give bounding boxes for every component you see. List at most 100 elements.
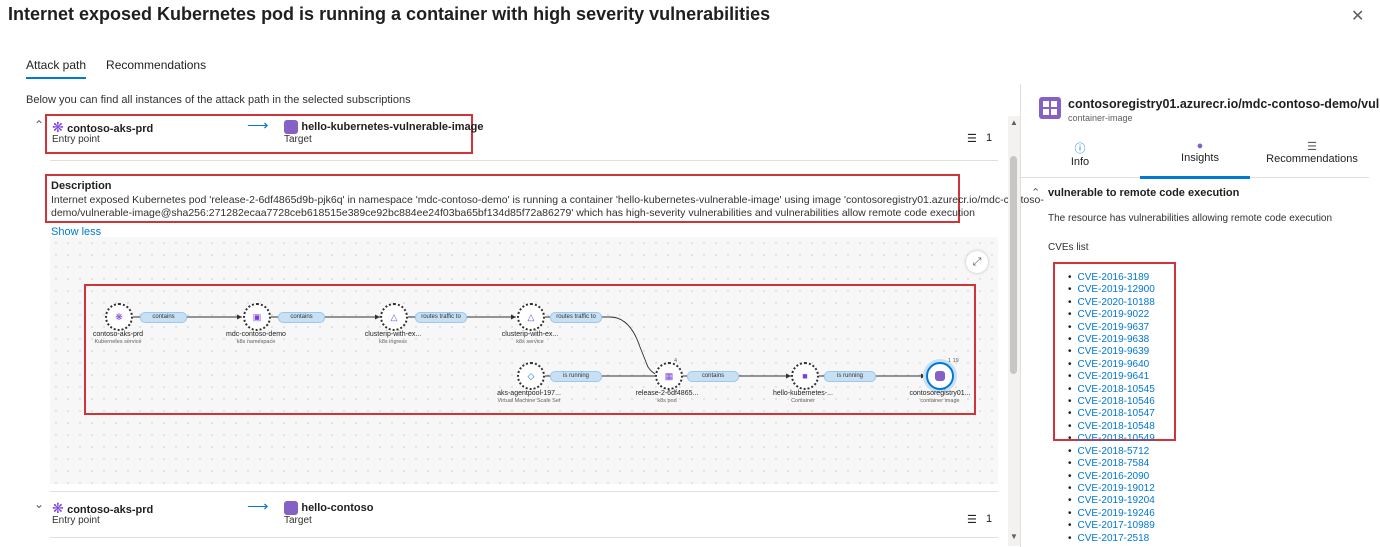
scrollbar-thumb[interactable]	[1010, 156, 1017, 374]
panel-title: contosoregistry01.azurecr.io/mdc-contoso…	[1068, 97, 1380, 111]
cve-link[interactable]: CVE-2017-2518	[1068, 533, 1155, 545]
service-node[interactable]: △	[517, 303, 545, 331]
cve-link[interactable]: CVE-2018-10545	[1068, 384, 1155, 396]
cve-link[interactable]: CVE-2016-3189	[1068, 272, 1155, 284]
node-label: clusterip-with-ex...	[364, 331, 422, 338]
tab-recommendations-panel[interactable]: ☰ Recommendations	[1262, 140, 1362, 165]
insights-icon: ●	[1196, 140, 1204, 152]
edge-label: routes traffic to	[415, 312, 467, 323]
node-type: Kubernetes service	[94, 339, 142, 345]
instance-count: 1	[986, 132, 993, 144]
kubernetes-icon: ❋	[52, 500, 64, 516]
list-icon: ☰	[967, 133, 977, 145]
cve-link[interactable]: CVE-2017-10989	[1068, 520, 1155, 532]
cve-link[interactable]: CVE-2019-19204	[1068, 495, 1155, 507]
target-label: Target	[284, 515, 312, 526]
node-type: container image	[920, 398, 960, 404]
page-title: Internet exposed Kubernetes pod is runni…	[8, 4, 771, 24]
scrollbar[interactable]: ▲ ▼	[1008, 116, 1020, 546]
graph-edges	[131, 314, 926, 379]
edge-label: routes traffic to	[550, 312, 602, 323]
cve-link[interactable]: CVE-2018-10547	[1068, 408, 1155, 420]
container-icon: ■	[802, 371, 808, 381]
cve-link[interactable]: CVE-2018-5712	[1068, 446, 1155, 458]
container-image-node[interactable]	[926, 362, 954, 390]
pod-node[interactable]: ▦	[655, 362, 683, 390]
pod-icon: ▦	[664, 370, 674, 381]
tab-label: Insights	[1181, 152, 1219, 164]
cve-list-label: CVEs list	[1048, 242, 1089, 253]
container-image-icon	[284, 119, 298, 134]
target-label: Target	[284, 134, 312, 145]
list-icon: ☰	[967, 514, 977, 526]
container-image-icon	[284, 500, 298, 515]
namespace-node[interactable]: ▣	[243, 303, 271, 331]
tab-label: Recommendations	[1266, 153, 1358, 165]
tab-attack-path[interactable]: Attack path	[26, 58, 87, 79]
cve-link[interactable]: CVE-2018-10548	[1068, 421, 1155, 433]
description-line-1: Internet exposed Kubernetes pod 'release…	[51, 194, 1044, 206]
cve-link[interactable]: CVE-2019-9639	[1068, 346, 1155, 358]
path-target-2[interactable]: hello-contoso	[284, 500, 373, 515]
network-icon: △	[390, 311, 398, 322]
info-icon: ⓘ	[1074, 143, 1086, 155]
arrow-right-icon: ⟶	[247, 498, 269, 515]
node-type: Container	[791, 398, 815, 404]
entry-label: Entry point	[52, 515, 100, 526]
ingress-node[interactable]: △	[380, 303, 408, 331]
node-type: k8s ingress	[379, 339, 407, 345]
container-node[interactable]: ■	[791, 362, 819, 390]
more-options-button[interactable]: ···	[741, 6, 755, 22]
entry-label: Entry point	[52, 134, 100, 145]
node-badge: 1 19	[948, 358, 959, 364]
node-type: k8s service	[516, 339, 544, 345]
tab-insights[interactable]: ● Insights	[1160, 140, 1240, 164]
vmss-node[interactable]: ◇	[517, 362, 545, 390]
edge-label: is running	[824, 371, 876, 382]
cve-link[interactable]: CVE-2019-9637	[1068, 322, 1155, 334]
cve-link[interactable]: CVE-2018-10546	[1068, 396, 1155, 408]
cve-link[interactable]: CVE-2019-19246	[1068, 508, 1155, 520]
tab-info[interactable]: ⓘ Info	[1040, 140, 1120, 168]
chevron-up-icon[interactable]: ⌃	[1031, 186, 1040, 199]
checklist-icon: ☰	[1307, 141, 1317, 153]
cve-link[interactable]: CVE-2019-9638	[1068, 334, 1155, 346]
cve-link[interactable]: CVE-2016-2090	[1068, 471, 1155, 483]
kubernetes-service-node[interactable]: ❋	[105, 303, 133, 331]
network-icon: △	[527, 311, 535, 322]
edge-label: contains	[278, 312, 325, 323]
edge-label: contains	[140, 312, 187, 323]
scroll-up-icon[interactable]: ▲	[1010, 118, 1018, 127]
intro-text: Below you can find all instances of the …	[26, 94, 411, 106]
cve-link[interactable]: CVE-2018-7584	[1068, 458, 1155, 470]
cve-link[interactable]: CVE-2018-10549	[1068, 433, 1155, 445]
cve-link[interactable]: CVE-2019-9640	[1068, 359, 1155, 371]
node-type: Virtual Machine Scale Set	[497, 398, 561, 404]
edge-label: is running	[550, 371, 602, 382]
scroll-down-icon[interactable]: ▼	[1010, 532, 1018, 541]
cve-link[interactable]: CVE-2019-12900	[1068, 284, 1155, 296]
tab-recommendations[interactable]: Recommendations	[106, 58, 206, 79]
divider	[50, 537, 998, 538]
cve-link[interactable]: CVE-2020-10188	[1068, 297, 1155, 309]
node-badge: 4	[674, 358, 678, 364]
cve-link[interactable]: CVE-2019-19012	[1068, 483, 1155, 495]
node-label: mdc-contoso-demo	[226, 331, 286, 338]
close-icon[interactable]: ✕	[1351, 6, 1364, 26]
kubernetes-icon: ❋	[115, 311, 123, 322]
chevron-down-icon[interactable]: ⌄	[34, 497, 44, 511]
tab-label: Info	[1070, 156, 1090, 168]
active-tab-indicator	[1140, 176, 1250, 179]
path-target-1[interactable]: hello-kubernetes-vulnerable-image	[284, 119, 484, 134]
cve-link[interactable]: CVE-2019-9641	[1068, 371, 1155, 383]
divider	[50, 491, 998, 492]
panel-subtitle: container-image	[1068, 113, 1133, 123]
chevron-up-icon[interactable]: ⌃	[34, 118, 44, 132]
node-label: clusterip-with-ex...	[501, 331, 559, 338]
cve-link[interactable]: CVE-2019-9022	[1068, 309, 1155, 321]
kubernetes-icon: ❋	[52, 119, 64, 135]
attack-path-graph[interactable]: ⤢ contains contains routes traffic to ro…	[50, 237, 998, 484]
target-name: hello-contoso	[301, 502, 374, 514]
insight-section-title[interactable]: vulnerable to remote code execution	[1048, 187, 1239, 199]
description-line-2: demo/vulnerable-image@sha256:271282ecaa7…	[51, 207, 975, 219]
